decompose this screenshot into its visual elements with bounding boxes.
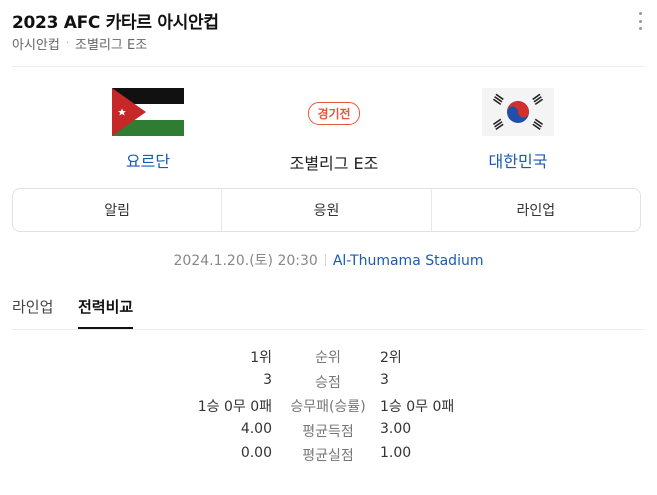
stat-label-rank: 순위 (315, 350, 341, 366)
home-goals-for: 4.00 (240, 420, 272, 437)
stat-row-goals-for: 4.00 평균득점 3.00 (0, 421, 657, 446)
match-center: 경기전 조별리그 E조 (254, 102, 414, 174)
jordan-flag-icon (112, 88, 184, 136)
more-options-icon[interactable] (635, 12, 645, 30)
breadcrumb: 아시안컵 · 조별리그 E조 (12, 34, 147, 53)
breadcrumb-item-group[interactable]: 조별리그 E조 (75, 34, 147, 53)
stat-label-record: 승무패(승률) (290, 399, 366, 415)
away-goals-for: 3.00 (380, 420, 412, 437)
breadcrumb-separator: · (65, 38, 70, 49)
away-points: 3 (380, 371, 389, 388)
breadcrumb-item-tournament[interactable]: 아시안컵 (12, 34, 60, 53)
home-rank: 1위 (250, 350, 272, 366)
stat-label-goals-against: 평균실점 (302, 448, 354, 464)
home-team-name[interactable]: 요르단 (78, 148, 218, 172)
header: 2023 AFC 카타르 아시안컵 아시안컵 · 조별리그 E조 (12, 6, 645, 66)
match-datetime: 2024.1.20.(토) 20:30 (173, 253, 318, 269)
tab-alert[interactable]: 알림 (13, 189, 223, 231)
away-team-name[interactable]: 대한민국 (448, 148, 588, 172)
stat-row-record: 1승 0무 0패 승무패(승률) 1승 0무 0패 (0, 396, 657, 421)
subtab-comparison[interactable]: 전력비교 (78, 296, 134, 329)
sub-tabs: 라인업 전력비교 (12, 294, 645, 330)
action-tabs: 알림 응원 라인업 (12, 188, 641, 232)
header-divider (12, 66, 645, 67)
home-team[interactable]: 요르단 (78, 88, 218, 172)
away-goals-against: 1.00 (380, 445, 412, 461)
stats-table: 1위 순위 2위 3 승점 3 1승 0무 0패 승무패(승률) 1승 0무 0… (0, 347, 657, 470)
away-record: 1승 0무 0패 (380, 399, 455, 415)
info-divider (324, 254, 326, 266)
away-rank: 2위 (380, 350, 402, 366)
tab-cheer[interactable]: 응원 (222, 189, 432, 231)
match-card: 요르단 경기전 조별리그 E조 대한민국 (12, 88, 645, 178)
stat-row-rank: 1위 순위 2위 (0, 347, 657, 372)
tab-lineup[interactable]: 라인업 (432, 189, 640, 231)
home-record: 1승 0무 0패 (197, 399, 272, 415)
stat-row-goals-against: 0.00 평균실점 1.00 (0, 445, 657, 470)
stat-row-points: 3 승점 3 (0, 372, 657, 397)
stat-label-points: 승점 (315, 374, 341, 391)
match-info: 2024.1.20.(토) 20:30 Al-Thumama Stadium (0, 250, 657, 270)
match-stage: 조별리그 E조 (289, 154, 379, 173)
page-title: 2023 AFC 카타르 아시안컵 (12, 13, 219, 33)
away-team[interactable]: 대한민국 (448, 88, 588, 172)
match-venue[interactable]: Al-Thumama Stadium (333, 253, 484, 269)
stat-label-goals-for: 평균득점 (302, 423, 354, 440)
match-status-badge: 경기전 (308, 102, 360, 125)
subtab-lineup[interactable]: 라인업 (12, 296, 53, 329)
south-korea-flag-icon (482, 88, 554, 136)
home-goals-against: 0.00 (240, 445, 272, 461)
